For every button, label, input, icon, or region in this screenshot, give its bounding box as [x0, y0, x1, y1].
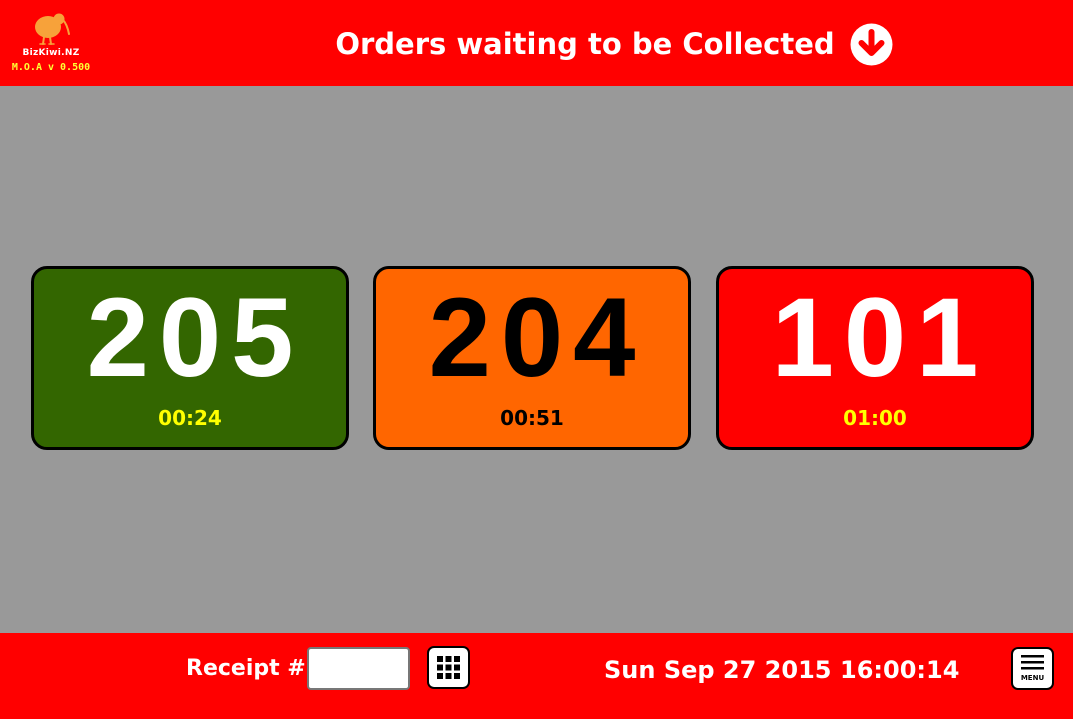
order-tile[interactable]: 101 01:00: [716, 266, 1034, 450]
footer-bar: Receipt # Sun Sep 27 2015 16:00:14 MENU: [0, 633, 1073, 719]
order-tile[interactable]: 204 00:51: [373, 266, 691, 450]
keypad-grid-icon: [437, 656, 460, 679]
order-elapsed-time: 00:51: [500, 406, 564, 430]
keypad-button[interactable]: [427, 646, 470, 689]
menu-label: MENU: [1020, 674, 1045, 682]
app-version: M.O.A v 0.500: [11, 62, 91, 73]
page-title: Orders waiting to be Collected: [335, 27, 835, 61]
order-number: 204: [428, 275, 646, 400]
receipt-number-input[interactable]: [307, 647, 410, 690]
order-number: 205: [86, 275, 304, 400]
kiwi-bird-icon: [35, 13, 70, 45]
bizkiwi-logo: BizKiwi.NZ M.O.A v 0.500: [8, 10, 94, 76]
current-time: 16:00:14: [840, 656, 960, 684]
order-elapsed-time: 00:24: [158, 406, 222, 430]
logo-name: BizKiwi.NZ: [22, 48, 80, 58]
receipt-label: Receipt #: [186, 656, 306, 681]
order-display-screen: BizKiwi.NZ M.O.A v 0.500 Orders waiting …: [0, 0, 1073, 719]
header-bar: BizKiwi.NZ M.O.A v 0.500 Orders waiting …: [0, 0, 1073, 86]
order-number: 101: [771, 275, 989, 400]
current-date: Sun Sep 27 2015: [604, 656, 832, 684]
hamburger-menu-icon: [1021, 655, 1044, 670]
menu-button[interactable]: MENU: [1011, 647, 1054, 690]
order-elapsed-time: 01:00: [843, 406, 907, 430]
order-tile[interactable]: 205 00:24: [31, 266, 349, 450]
arrow-down-circle-icon[interactable]: [849, 22, 894, 67]
